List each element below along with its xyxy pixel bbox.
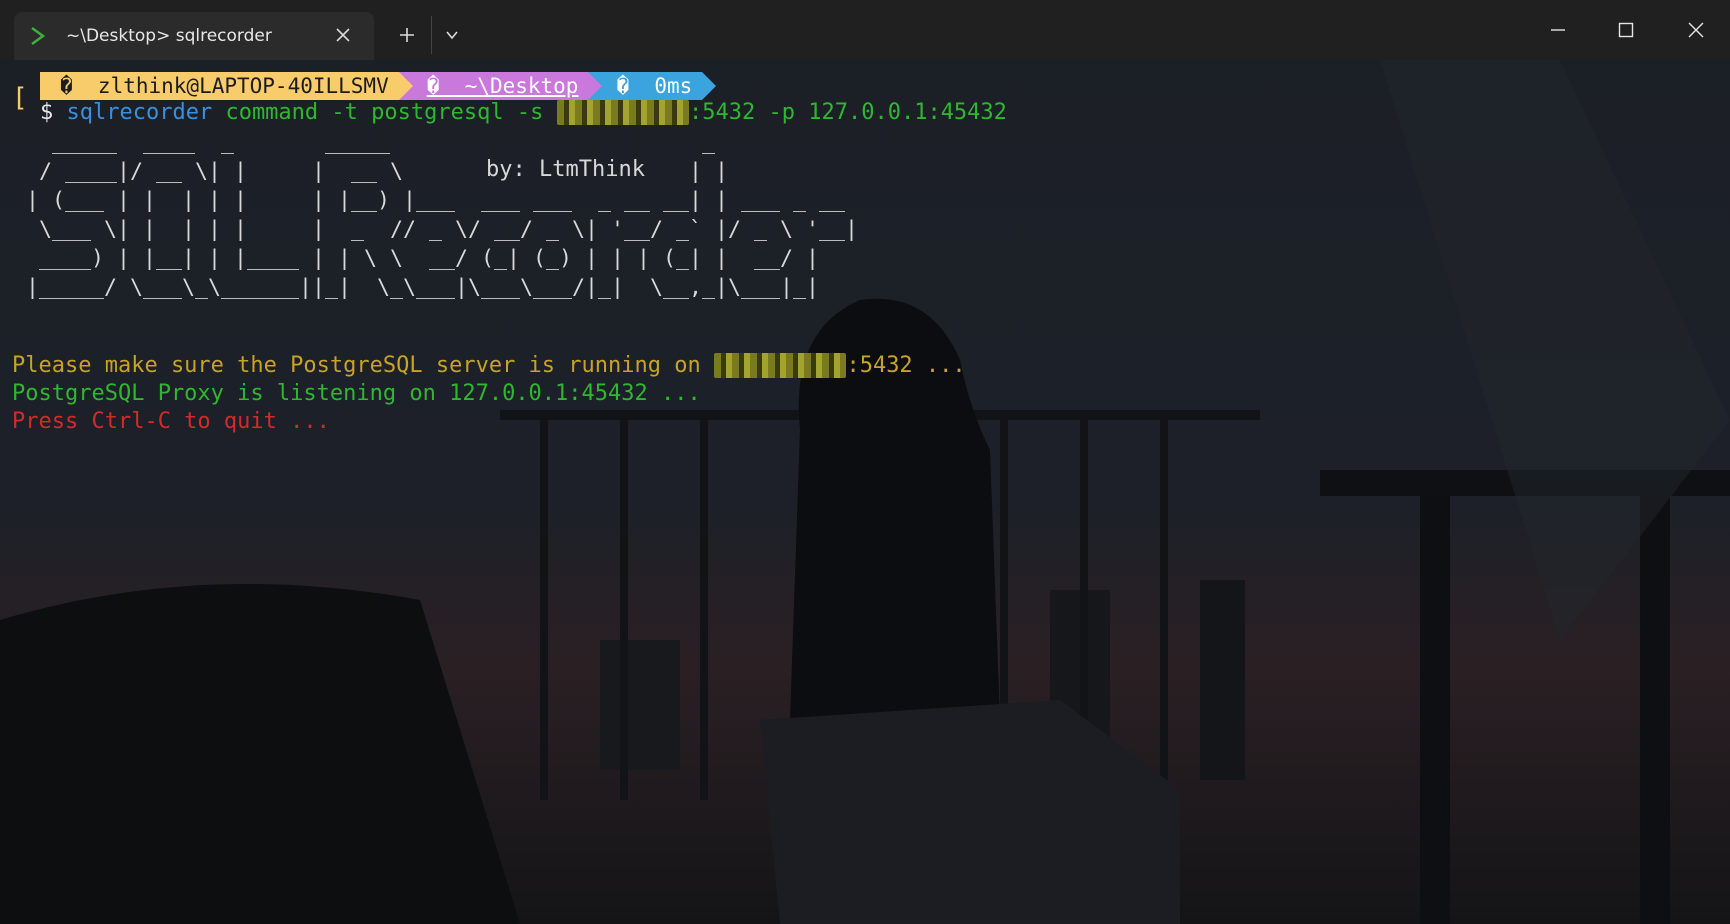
minimize-button[interactable] xyxy=(1538,10,1578,50)
tab-dropdown-button[interactable] xyxy=(432,15,472,55)
banner-byline: by: LtmThink xyxy=(486,157,645,182)
chevron-down-icon xyxy=(446,31,458,40)
prompt-path-text: � ~\Desktop xyxy=(426,74,579,98)
close-icon[interactable] xyxy=(334,26,352,44)
new-tab-button[interactable] xyxy=(387,15,427,55)
redacted-host: xxxxxxxxxx xyxy=(714,353,847,378)
command-args-port: :5432 -p 127.0.0.1:45432 xyxy=(689,100,1007,125)
output-line-proxy: PostgreSQL Proxy is listening on 127.0.0… xyxy=(12,381,701,406)
close-icon xyxy=(1688,22,1704,38)
output-line-server: Please make sure the PostgreSQL server i… xyxy=(12,352,966,380)
prompt-separator xyxy=(588,72,603,100)
maximize-icon xyxy=(1618,22,1634,38)
output-line-quit: Press Ctrl-C to quit ... xyxy=(12,409,330,434)
output-line-server-port: :5432 ... xyxy=(846,353,966,378)
tab-terminal[interactable]: ~\Desktop> sqlrecorder xyxy=(14,12,374,60)
redacted-host: xxxxxxxxxx xyxy=(556,100,690,125)
maximize-button[interactable] xyxy=(1606,10,1646,50)
prompt-separator-end xyxy=(702,72,717,100)
prompt-user-segment: � zlthink@LAPTOP-40ILLSMV xyxy=(40,72,399,100)
powerline-prompt: � zlthink@LAPTOP-40ILLSMV � ~\Desktop � … xyxy=(40,72,717,100)
tab-title: ~\Desktop> sqlrecorder xyxy=(66,26,272,46)
dollar-sign: $ xyxy=(40,100,54,125)
plus-icon xyxy=(400,28,414,42)
title-bar: ~\Desktop> sqlrecorder xyxy=(0,0,1730,60)
prompt-time-segment: � 0ms xyxy=(602,72,703,100)
output-line-server-text: Please make sure the PostgreSQL server i… xyxy=(12,353,714,378)
command-line: $ sqlrecorder command -t postgresql -s x… xyxy=(40,99,1007,127)
minimize-icon xyxy=(1551,29,1565,31)
ascii-banner: _____ ____ _ _____ _ / ____|/ __ \| | | … xyxy=(26,130,859,300)
prompt-separator xyxy=(398,72,413,100)
command-name: sqlrecorder xyxy=(66,100,213,125)
prompt-bracket: [ xyxy=(12,83,28,113)
close-window-button[interactable] xyxy=(1676,10,1716,50)
terminal-prompt-icon xyxy=(31,26,46,46)
prompt-path-segment: � ~\Desktop xyxy=(412,72,589,100)
command-args: command -t postgresql -s xyxy=(212,100,557,125)
